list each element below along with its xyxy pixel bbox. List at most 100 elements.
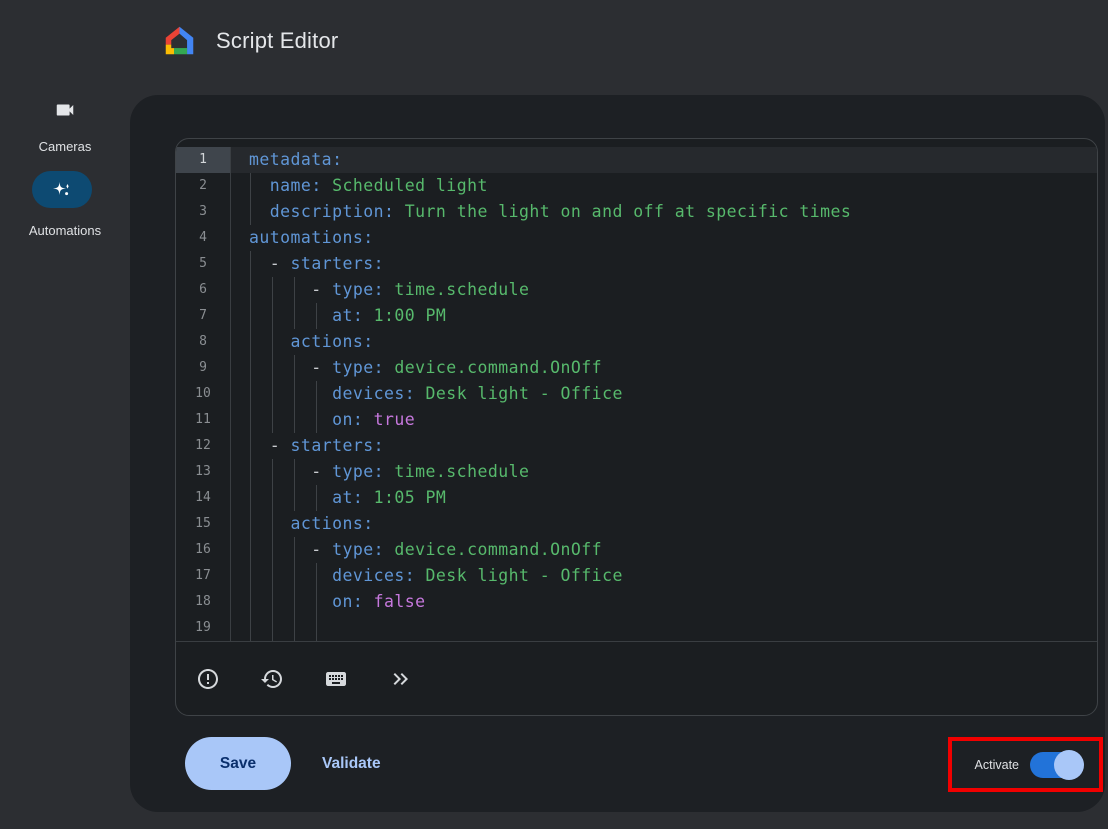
indent-guide [250, 615, 251, 641]
line-number: 2 [176, 173, 231, 199]
code-line[interactable]: 19 [176, 615, 1097, 641]
indent-guide [272, 329, 273, 355]
code-line[interactable]: 12 - starters: [176, 433, 1097, 459]
indent-guide [272, 277, 273, 303]
line-number: 10 [176, 381, 231, 407]
indent-guide [316, 303, 317, 329]
code-editor[interactable]: 1metadata:2 name: Scheduled light3 descr… [175, 138, 1098, 716]
indent-guide [294, 563, 295, 589]
code-text: automations: [231, 225, 1097, 251]
sidebar-item-cameras-label[interactable]: Cameras [0, 139, 130, 154]
line-number: 16 [176, 537, 231, 563]
indent-guide [250, 537, 251, 563]
code-line[interactable]: 5 - starters: [176, 251, 1097, 277]
line-number: 3 [176, 199, 231, 225]
line-number: 5 [176, 251, 231, 277]
indent-guide [294, 537, 295, 563]
line-number: 17 [176, 563, 231, 589]
code-text: devices: Desk light - Office [231, 563, 1097, 589]
code-text: at: 1:00 PM [231, 303, 1097, 329]
code-line[interactable]: 2 name: Scheduled light [176, 173, 1097, 199]
indent-guide [272, 381, 273, 407]
indent-guide [294, 277, 295, 303]
indent-guide [272, 511, 273, 537]
code-line[interactable]: 17 devices: Desk light - Office [176, 563, 1097, 589]
indent-guide [272, 459, 273, 485]
indent-guide [250, 485, 251, 511]
indent-guide [272, 407, 273, 433]
activate-label: Activate [975, 758, 1019, 772]
code-text: on: false [231, 589, 1097, 615]
code-text [231, 615, 1097, 641]
page-title: Script Editor [216, 28, 338, 54]
indent-guide [272, 355, 273, 381]
line-number: 11 [176, 407, 231, 433]
annotation-highlight-box: Activate [948, 737, 1103, 792]
indent-guide [250, 329, 251, 355]
double-arrow-button[interactable] [387, 666, 413, 692]
indent-guide [250, 303, 251, 329]
code-text: metadata: [231, 147, 1097, 173]
line-number: 18 [176, 589, 231, 615]
indent-guide [250, 589, 251, 615]
line-number: 15 [176, 511, 231, 537]
code-line[interactable]: 13 - type: time.schedule [176, 459, 1097, 485]
code-line[interactable]: 3 description: Turn the light on and off… [176, 199, 1097, 225]
code-text: description: Turn the light on and off a… [231, 199, 1097, 225]
code-text: actions: [231, 511, 1097, 537]
indent-guide [294, 381, 295, 407]
sidebar-item-automations-label[interactable]: Automations [0, 223, 130, 238]
code-text: - type: time.schedule [231, 277, 1097, 303]
line-number: 6 [176, 277, 231, 303]
code-line[interactable]: 6 - type: time.schedule [176, 277, 1097, 303]
code-line[interactable]: 4automations: [176, 225, 1097, 251]
indent-guide [250, 511, 251, 537]
code-line[interactable]: 14 at: 1:05 PM [176, 485, 1097, 511]
code-line[interactable]: 8 actions: [176, 329, 1097, 355]
indent-guide [250, 381, 251, 407]
indent-guide [272, 563, 273, 589]
code-line[interactable]: 16 - type: device.command.OnOff [176, 537, 1097, 563]
indent-guide [316, 615, 317, 641]
code-line[interactable]: 9 - type: device.command.OnOff [176, 355, 1097, 381]
line-number: 14 [176, 485, 231, 511]
code-line[interactable]: 1metadata: [176, 147, 1097, 173]
code-line[interactable]: 11 on: true [176, 407, 1097, 433]
indent-guide [250, 433, 251, 459]
line-number: 12 [176, 433, 231, 459]
code-text: - type: time.schedule [231, 459, 1097, 485]
code-line[interactable]: 7 at: 1:00 PM [176, 303, 1097, 329]
editor-panel: 1metadata:2 name: Scheduled light3 descr… [130, 95, 1105, 812]
indent-guide [294, 459, 295, 485]
code-line[interactable]: 15 actions: [176, 511, 1097, 537]
validate-button[interactable]: Validate [306, 737, 397, 790]
code-text: - starters: [231, 251, 1097, 277]
code-line[interactable]: 18 on: false [176, 589, 1097, 615]
code-text: - starters: [231, 433, 1097, 459]
code-lines[interactable]: 1metadata:2 name: Scheduled light3 descr… [176, 139, 1097, 642]
keyboard-button[interactable] [323, 666, 349, 692]
line-number: 13 [176, 459, 231, 485]
indent-guide [272, 589, 273, 615]
history-button[interactable] [259, 666, 285, 692]
indent-guide [250, 251, 251, 277]
sidebar-item-cameras[interactable] [0, 99, 130, 126]
indent-guide [272, 615, 273, 641]
code-text: at: 1:05 PM [231, 485, 1097, 511]
problems-icon [196, 667, 220, 691]
line-number: 9 [176, 355, 231, 381]
activate-toggle[interactable] [1030, 752, 1082, 778]
indent-guide [250, 173, 251, 199]
indent-guide [272, 537, 273, 563]
indent-guide [316, 407, 317, 433]
line-number: 19 [176, 615, 231, 641]
indent-guide [294, 355, 295, 381]
videocam-icon [54, 99, 76, 121]
code-text: name: Scheduled light [231, 173, 1097, 199]
save-button[interactable]: Save [185, 737, 291, 790]
indent-guide [294, 589, 295, 615]
sidebar-item-automations[interactable] [32, 171, 92, 208]
problems-button[interactable] [195, 666, 221, 692]
indent-guide [250, 355, 251, 381]
code-line[interactable]: 10 devices: Desk light - Office [176, 381, 1097, 407]
